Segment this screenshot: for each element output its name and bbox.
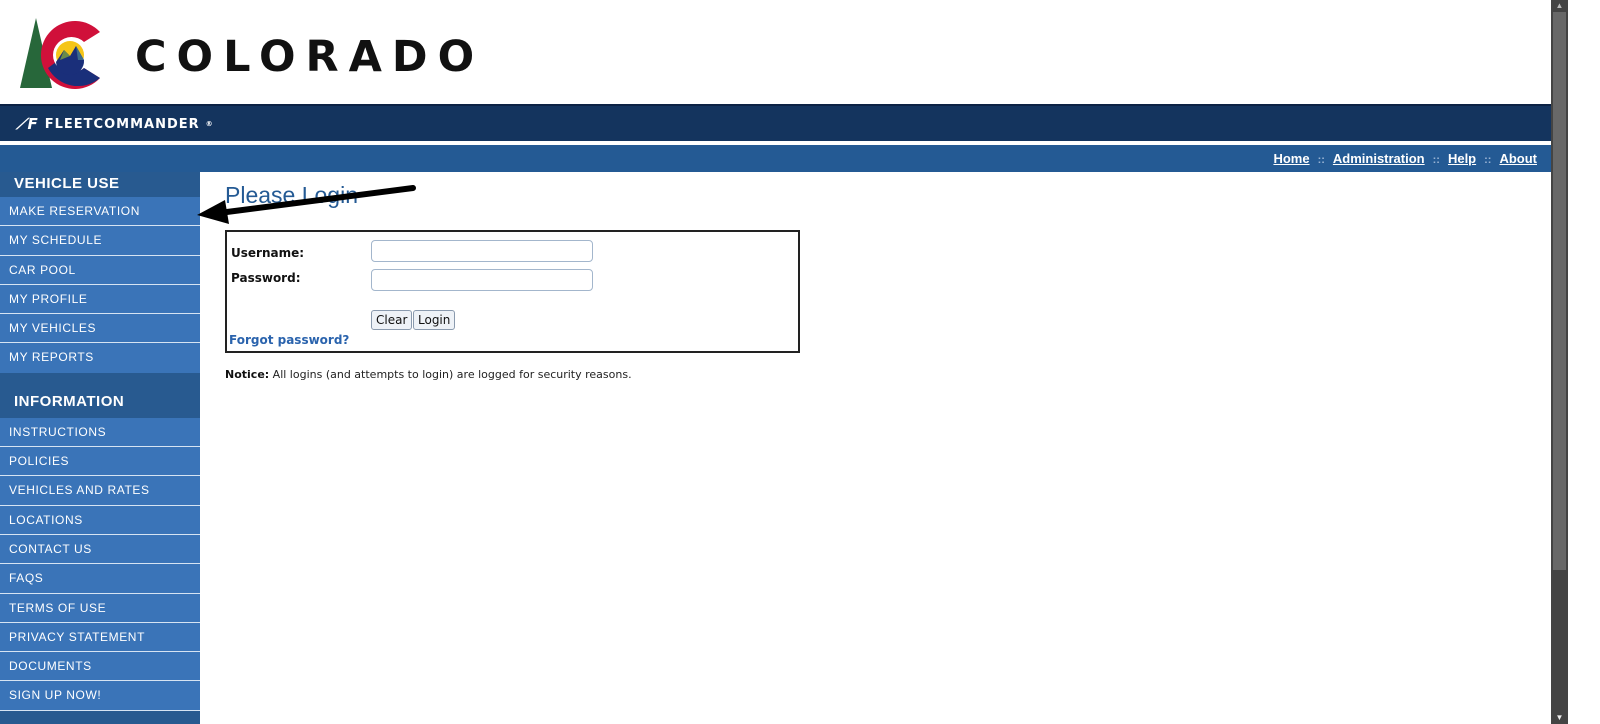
- sidebar-item-faqs[interactable]: FAQS: [0, 564, 200, 594]
- password-label: Password:: [231, 271, 301, 285]
- fleetcommander-logo: ⟋F FLEETCOMMANDER ®: [16, 115, 214, 133]
- forgot-password-link[interactable]: Forgot password?: [229, 333, 349, 347]
- sidebar-item-privacy-statement[interactable]: PRIVACY STATEMENT: [0, 622, 200, 653]
- sidebar-item-car-pool[interactable]: CAR POOL: [0, 255, 200, 285]
- sidebar-heading-vehicle-use: VEHICLE USE: [14, 175, 120, 192]
- top-links: Home:: Administration:: Help:: About: [1273, 151, 1537, 166]
- vertical-scrollbar[interactable]: ▲ ▼: [1551, 0, 1568, 724]
- sidebar: VEHICLE USE MAKE RESERVATION MY SCHEDULE…: [0, 172, 200, 724]
- nav-separator: ::: [1432, 154, 1440, 166]
- security-notice: Notice: All logins (and attempts to logi…: [225, 368, 632, 381]
- username-label: Username:: [231, 246, 305, 260]
- window-margin: [1568, 0, 1600, 724]
- colorado-logo-icon: [20, 18, 100, 90]
- main-content: Please Login Username: Password: Clear L…: [200, 172, 1551, 724]
- scrollbar-thumb[interactable]: [1553, 12, 1566, 570]
- sidebar-heading-information: INFORMATION: [14, 392, 125, 410]
- state-header: COLORADO: [0, 0, 1551, 104]
- clear-button[interactable]: Clear: [371, 310, 413, 330]
- username-input[interactable]: [371, 240, 593, 262]
- login-form: Username: Password: Clear Login Forgot p…: [225, 230, 800, 353]
- sidebar-item-sign-up-now[interactable]: SIGN UP NOW!: [0, 681, 200, 711]
- page: COLORADO ⟋F FLEETCOMMANDER ® Home:: Admin…: [0, 0, 1551, 724]
- sidebar-item-terms-of-use[interactable]: TERMS OF USE: [0, 593, 200, 623]
- sidebar-item-locations[interactable]: LOCATIONS: [0, 505, 200, 535]
- sidebar-item-instructions[interactable]: INSTRUCTIONS: [0, 417, 200, 448]
- trademark: ®: [205, 120, 214, 128]
- notice-label: Notice:: [225, 368, 270, 381]
- app-name: FLEETCOMMANDER: [44, 116, 200, 132]
- nav-link-administration[interactable]: Administration: [1333, 151, 1425, 166]
- nav-link-help[interactable]: Help: [1448, 151, 1476, 166]
- nav-separator: ::: [1484, 154, 1492, 166]
- sidebar-item-contact-us[interactable]: CONTACT US: [0, 534, 200, 565]
- nav-link-about[interactable]: About: [1499, 151, 1537, 166]
- sidebar-item-my-schedule[interactable]: MY SCHEDULE: [0, 226, 200, 256]
- page-title: Please Login: [225, 182, 358, 208]
- sidebar-item-make-reservation[interactable]: MAKE RESERVATION: [0, 197, 200, 227]
- password-input[interactable]: [371, 269, 593, 291]
- fleetcommander-mark-icon: ⟋F: [16, 115, 39, 133]
- app-header: ⟋F FLEETCOMMANDER ®: [0, 104, 1551, 141]
- login-button[interactable]: Login: [413, 310, 456, 330]
- sidebar-item-policies[interactable]: POLICIES: [0, 447, 200, 477]
- sidebar-item-my-reports[interactable]: MY REPORTS: [0, 343, 200, 373]
- sidebar-item-documents[interactable]: DOCUMENTS: [0, 652, 200, 682]
- state-name: COLORADO: [135, 32, 485, 82]
- top-nav-bar: Home:: Administration:: Help:: About: [0, 143, 1551, 172]
- sidebar-item-my-profile[interactable]: MY PROFILE: [0, 284, 200, 315]
- nav-link-home[interactable]: Home: [1273, 151, 1309, 166]
- notice-text: All logins (and attempts to login) are l…: [269, 368, 632, 381]
- scroll-up-icon[interactable]: ▲: [1551, 0, 1568, 12]
- scroll-down-icon[interactable]: ▼: [1551, 712, 1568, 724]
- nav-separator: ::: [1317, 154, 1325, 166]
- sidebar-item-vehicles-and-rates[interactable]: VEHICLES AND RATES: [0, 476, 200, 506]
- sidebar-item-my-vehicles[interactable]: MY VEHICLES: [0, 314, 200, 344]
